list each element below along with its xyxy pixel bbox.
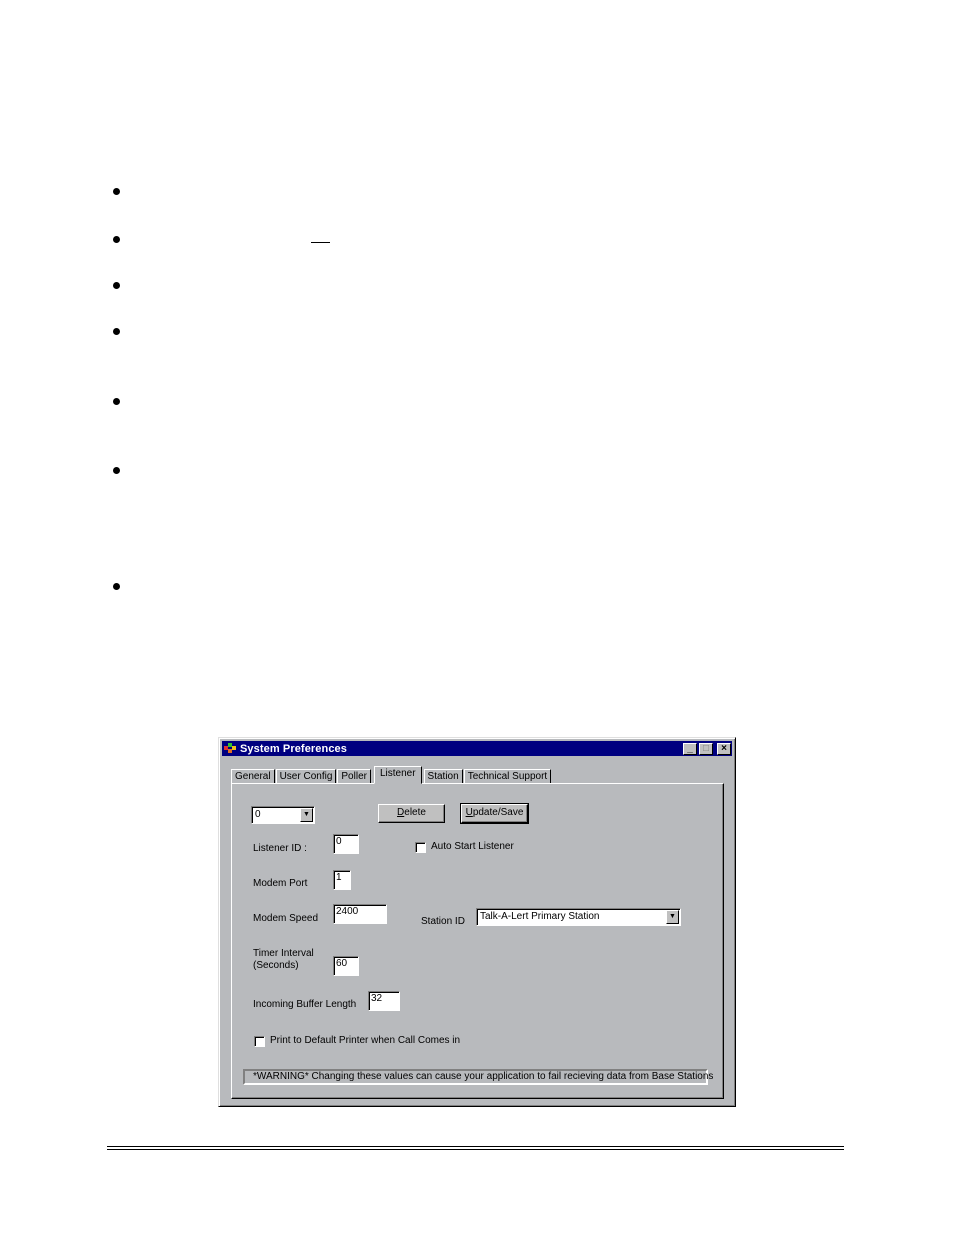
tab-poller[interactable]: Poller	[337, 769, 371, 784]
title-bar[interactable]: System Preferences _ □ ×	[222, 741, 732, 756]
underline-mark	[311, 242, 330, 243]
dialog-title: System Preferences	[240, 742, 347, 755]
incoming-buffer-length-label: Incoming Buffer Length	[253, 999, 357, 1010]
station-id-value: Talk-A-Lert Primary Station	[480, 911, 600, 922]
bullet	[113, 188, 120, 195]
update-save-mnemonic: U	[465, 807, 473, 818]
listener-id-input[interactable]: 0	[333, 834, 359, 854]
bullet	[113, 236, 120, 243]
listener-select-value: 0	[255, 809, 261, 820]
print-on-call-checkbox[interactable]	[254, 1036, 265, 1047]
station-id-select[interactable]: Talk-A-Lert Primary Station ▼	[476, 908, 681, 926]
timer-interval-label: Timer Interval (Seconds)	[253, 948, 314, 972]
chevron-down-icon[interactable]: ▼	[300, 808, 313, 822]
minimize-button[interactable]: _	[683, 742, 697, 755]
bullet	[113, 398, 120, 405]
print-on-call-label[interactable]: Print to Default Printer when Call Comes…	[270, 1035, 460, 1047]
footer-rule-top	[107, 1146, 844, 1147]
auto-start-listener-checkbox[interactable]	[415, 842, 426, 853]
update-save-label-rest: pdate/Save	[472, 807, 524, 818]
station-id-label: Station ID	[421, 916, 465, 927]
modem-port-input[interactable]: 1	[333, 870, 351, 890]
close-button[interactable]: ×	[717, 742, 731, 755]
app-icon	[224, 743, 236, 754]
timer-interval-input[interactable]: 60	[333, 956, 359, 976]
bullet	[113, 328, 120, 335]
bullet	[113, 583, 120, 590]
listener-id-label: Listener ID :	[253, 843, 307, 854]
modem-speed-input[interactable]: 2400	[333, 904, 387, 924]
bullet	[113, 467, 120, 474]
modem-speed-label: Modem Speed	[253, 913, 319, 924]
auto-start-listener-label[interactable]: Auto Start Listener	[431, 841, 514, 853]
listener-tab-panel: 0 ▼ Delete Update/Save Listener ID : 0 A…	[231, 783, 724, 1099]
tab-general[interactable]: General	[231, 769, 275, 784]
footer-rule-bottom	[107, 1149, 844, 1150]
system-preferences-dialog: System Preferences _ □ × General User Co…	[218, 737, 736, 1107]
bullet	[113, 282, 120, 289]
tab-listener[interactable]: Listener	[373, 766, 422, 784]
tab-technical-support[interactable]: Technical Support	[463, 769, 552, 784]
timer-interval-label-line2: (Seconds)	[253, 960, 299, 971]
modem-port-label: Modem Port	[253, 878, 308, 889]
maximize-button: □	[699, 742, 713, 755]
tab-strip: General User Config Poller Listener Stat…	[231, 766, 552, 784]
timer-interval-label-line1: Timer Interval	[253, 948, 314, 959]
delete-label-rest: elete	[404, 807, 426, 818]
incoming-buffer-length-input[interactable]: 32	[368, 991, 400, 1011]
tab-station[interactable]: Station	[423, 769, 463, 784]
update-save-button[interactable]: Update/Save	[460, 803, 529, 824]
warning-message: *WARNING* Changing these values can caus…	[243, 1069, 713, 1085]
tab-user-config[interactable]: User Config	[275, 769, 337, 784]
listener-select[interactable]: 0 ▼	[251, 806, 315, 824]
delete-button[interactable]: Delete	[378, 804, 445, 823]
chevron-down-icon[interactable]: ▼	[666, 910, 679, 924]
